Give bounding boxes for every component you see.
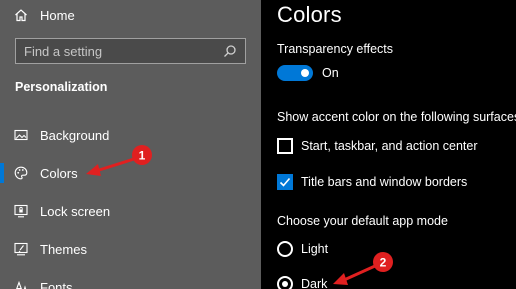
sidebar-item-label: Colors xyxy=(40,165,78,181)
font-icon xyxy=(14,280,28,289)
home-label: Home xyxy=(40,7,75,23)
option-label: Title bars and window borders xyxy=(301,175,468,189)
sidebar-item-background[interactable]: Background xyxy=(0,120,261,150)
sidebar-item-label: Lock screen xyxy=(40,203,111,219)
start-taskbar-checkbox[interactable] xyxy=(277,138,293,154)
sidebar-item-themes[interactable]: Themes xyxy=(0,234,261,264)
start-taskbar-option[interactable]: Start, taskbar, and action center xyxy=(277,137,478,155)
brush-icon xyxy=(14,242,28,256)
search-input[interactable]: Find a setting xyxy=(15,38,246,64)
option-label: Light xyxy=(301,242,329,256)
dark-radio[interactable] xyxy=(277,276,293,289)
transparency-toggle[interactable] xyxy=(277,65,313,81)
sidebar-item-label: Fonts xyxy=(40,279,73,289)
option-label: Dark xyxy=(301,277,328,289)
picture-icon xyxy=(14,128,28,142)
section-title: Personalization xyxy=(15,80,108,94)
colors-settings-pane: Colors Transparency effects On Show acce… xyxy=(261,0,516,289)
light-mode-option[interactable]: Light xyxy=(277,240,328,258)
search-icon[interactable] xyxy=(223,44,237,58)
home-link[interactable]: Home xyxy=(14,5,75,25)
sidebar-item-label: Background xyxy=(40,127,110,143)
option-label: Start, taskbar, and action center xyxy=(301,139,478,153)
sidebar-item-lock-screen[interactable]: Lock screen xyxy=(0,196,261,226)
transparency-label: Transparency effects xyxy=(277,42,394,56)
radio-dot xyxy=(282,281,288,287)
page-title: Colors xyxy=(277,2,342,27)
title-bars-option[interactable]: Title bars and window borders xyxy=(277,173,467,191)
palette-icon xyxy=(14,166,28,180)
sidebar: Home Find a setting Personalization Back… xyxy=(0,0,261,289)
sidebar-item-fonts[interactable]: Fonts xyxy=(0,272,261,289)
title-bars-checkbox[interactable] xyxy=(277,174,293,190)
app-mode-label: Choose your default app mode xyxy=(277,214,448,228)
dark-mode-option[interactable]: Dark xyxy=(277,275,327,289)
light-radio[interactable] xyxy=(277,241,293,257)
home-icon xyxy=(14,8,28,22)
sidebar-item-colors[interactable]: Colors xyxy=(0,158,261,188)
toggle-knob xyxy=(301,69,309,77)
checkmark-icon xyxy=(279,177,291,187)
sidebar-item-label: Themes xyxy=(40,241,87,257)
transparency-state: On xyxy=(322,66,339,80)
accent-surfaces-label: Show accent color on the following surfa… xyxy=(277,110,516,124)
lock-screen-icon xyxy=(14,204,28,218)
search-placeholder: Find a setting xyxy=(24,43,103,59)
